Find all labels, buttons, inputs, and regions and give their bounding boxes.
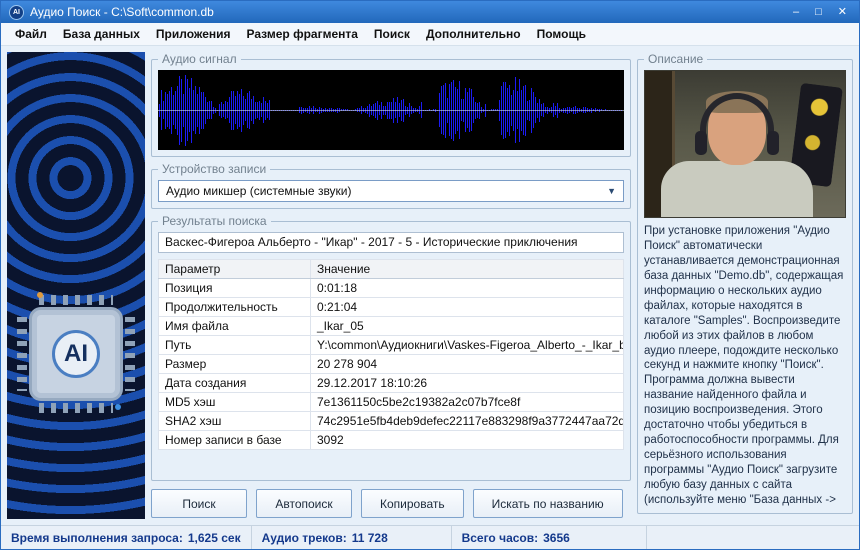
value-cell: Y:\common\Аудиокниги\Vaskes-Figeroa_Albe…	[311, 336, 624, 355]
window-title: Аудио Поиск - C:\Soft\common.db	[30, 5, 787, 19]
menu-search[interactable]: Поиск	[366, 24, 418, 44]
app-window: AI Аудио Поиск - C:\Soft\common.db – □ ✕…	[0, 0, 860, 550]
table-row[interactable]: ПутьY:\common\Аудиокниги\Vaskes-Figeroa_…	[159, 336, 624, 355]
table-row[interactable]: SHA2 хэш74c2951e5fb4deb9defec22117e88329…	[159, 412, 624, 431]
webcam-photo	[644, 70, 846, 218]
search-results-group: Результаты поиска Васкес-Фигероа Альберт…	[151, 214, 631, 481]
minimize-button[interactable]: –	[793, 7, 799, 18]
value-cell: 74c2951e5fb4deb9defec22117e883298f9a3772…	[311, 412, 624, 431]
search-button[interactable]: Поиск	[151, 489, 247, 518]
ai-chip-label: AI	[52, 330, 100, 378]
close-button[interactable]: ✕	[838, 7, 847, 18]
table-row[interactable]: Размер20 278 904	[159, 355, 624, 374]
param-cell: Продолжительность	[159, 298, 311, 317]
value-cell: 29.12.2017 18:10:26	[311, 374, 624, 393]
photo-headphone-cup	[767, 131, 779, 155]
recording-device-value: Аудио микшер (системные звуки)	[166, 184, 352, 198]
circuit-dot	[37, 292, 43, 298]
found-title-field[interactable]: Васкес-Фигероа Альберто - "Икар" - 2017 …	[158, 232, 624, 253]
param-cell: Путь	[159, 336, 311, 355]
value-cell: 7e1361150c5be2c19382a2c07b7fce8f	[311, 393, 624, 412]
menu-help[interactable]: Помощь	[529, 24, 594, 44]
menu-file[interactable]: Файл	[7, 24, 55, 44]
main-column: Аудио сигнал Устройство записи Аудио мик…	[151, 52, 631, 519]
description-group-label: Описание	[644, 52, 707, 66]
waveform	[158, 70, 624, 150]
description-column: Описание При установке приложения "Аудио…	[637, 52, 853, 519]
status-track-count-value: 11 728	[352, 531, 388, 545]
menu-fragment-size[interactable]: Размер фрагмента	[239, 24, 366, 44]
photo-person-shirt	[661, 161, 813, 217]
table-row[interactable]: Дата создания29.12.2017 18:10:26	[159, 374, 624, 393]
status-total-hours-label: Всего часов:	[462, 531, 539, 545]
status-query-time-label: Время выполнения запроса:	[11, 531, 183, 545]
status-filler	[647, 526, 859, 549]
value-cell: 0:21:04	[311, 298, 624, 317]
status-query-time-value: 1,625 сек	[188, 531, 241, 545]
status-track-count-label: Аудио треков:	[262, 531, 347, 545]
chip-pins	[125, 317, 135, 391]
param-cell: Имя файла	[159, 317, 311, 336]
description-text: При установке приложения "Аудио Поиск" а…	[644, 224, 846, 507]
circuit-dot	[115, 404, 121, 410]
menu-applications[interactable]: Приложения	[148, 24, 239, 44]
autosearch-button[interactable]: Автопоиск	[256, 489, 352, 518]
results-table-body: Позиция0:01:18Продолжительность0:21:04Им…	[159, 279, 624, 450]
app-icon: AI	[9, 5, 24, 20]
menu-database[interactable]: База данных	[55, 24, 148, 44]
recording-device-group-label: Устройство записи	[158, 162, 270, 176]
results-table: Параметр Значение Позиция0:01:18Продолжи…	[158, 259, 624, 450]
chevron-down-icon: ▼	[607, 186, 616, 196]
value-cell: 20 278 904	[311, 355, 624, 374]
param-cell: Размер	[159, 355, 311, 374]
menu-bar: Файл База данных Приложения Размер фрагм…	[1, 23, 859, 46]
param-cell: Номер записи в базе	[159, 431, 311, 450]
chip-pins	[39, 295, 113, 305]
value-cell: 0:01:18	[311, 279, 624, 298]
status-total-hours-value: 3656	[543, 531, 570, 545]
maximize-button[interactable]: □	[815, 7, 822, 18]
status-total-hours: Всего часов: 3656	[452, 526, 647, 549]
search-results-group-label: Результаты поиска	[158, 214, 271, 228]
search-by-name-button[interactable]: Искать по названию	[473, 489, 623, 518]
copy-button[interactable]: Копировать	[361, 489, 464, 518]
value-cell: _Ikar_05	[311, 317, 624, 336]
param-cell: Позиция	[159, 279, 311, 298]
param-cell: Дата создания	[159, 374, 311, 393]
param-cell: SHA2 хэш	[159, 412, 311, 431]
status-query-time: Время выполнения запроса: 1,625 сек	[1, 526, 252, 549]
photo-headphone-cup	[695, 131, 707, 155]
ai-chip-icon: AI	[29, 307, 123, 401]
param-cell: MD5 хэш	[159, 393, 311, 412]
chip-pins	[39, 403, 113, 413]
recording-device-select[interactable]: Аудио микшер (системные звуки) ▼	[158, 180, 624, 202]
table-row[interactable]: MD5 хэш7e1361150c5be2c19382a2c07b7fce8f	[159, 393, 624, 412]
waveform-zero-line	[158, 110, 624, 111]
status-track-count: Аудио треков: 11 728	[252, 526, 452, 549]
table-row[interactable]: Имя файла_Ikar_05	[159, 317, 624, 336]
table-row[interactable]: Номер записи в базе3092	[159, 431, 624, 450]
param-column-header[interactable]: Параметр	[159, 260, 311, 279]
table-header-row: Параметр Значение	[159, 260, 624, 279]
audio-signal-group: Аудио сигнал	[151, 52, 631, 157]
recording-device-group: Устройство записи Аудио микшер (системны…	[151, 162, 631, 209]
table-row[interactable]: Позиция0:01:18	[159, 279, 624, 298]
audio-signal-group-label: Аудио сигнал	[158, 52, 241, 66]
action-buttons: Поиск Автопоиск Копировать Искать по наз…	[151, 486, 631, 519]
value-cell: 3092	[311, 431, 624, 450]
title-bar: AI Аудио Поиск - C:\Soft\common.db – □ ✕	[1, 1, 859, 23]
chip-pins	[17, 317, 27, 391]
value-column-header[interactable]: Значение	[311, 260, 624, 279]
table-row[interactable]: Продолжительность0:21:04	[159, 298, 624, 317]
content-area: AI Аудио сигнал Устройство записи Аудио …	[1, 46, 859, 525]
decorative-art-panel: AI	[7, 52, 145, 519]
description-group: Описание При установке приложения "Аудио…	[637, 52, 853, 514]
menu-extra[interactable]: Дополнительно	[418, 24, 529, 44]
status-bar: Время выполнения запроса: 1,625 сек Ауди…	[1, 525, 859, 549]
